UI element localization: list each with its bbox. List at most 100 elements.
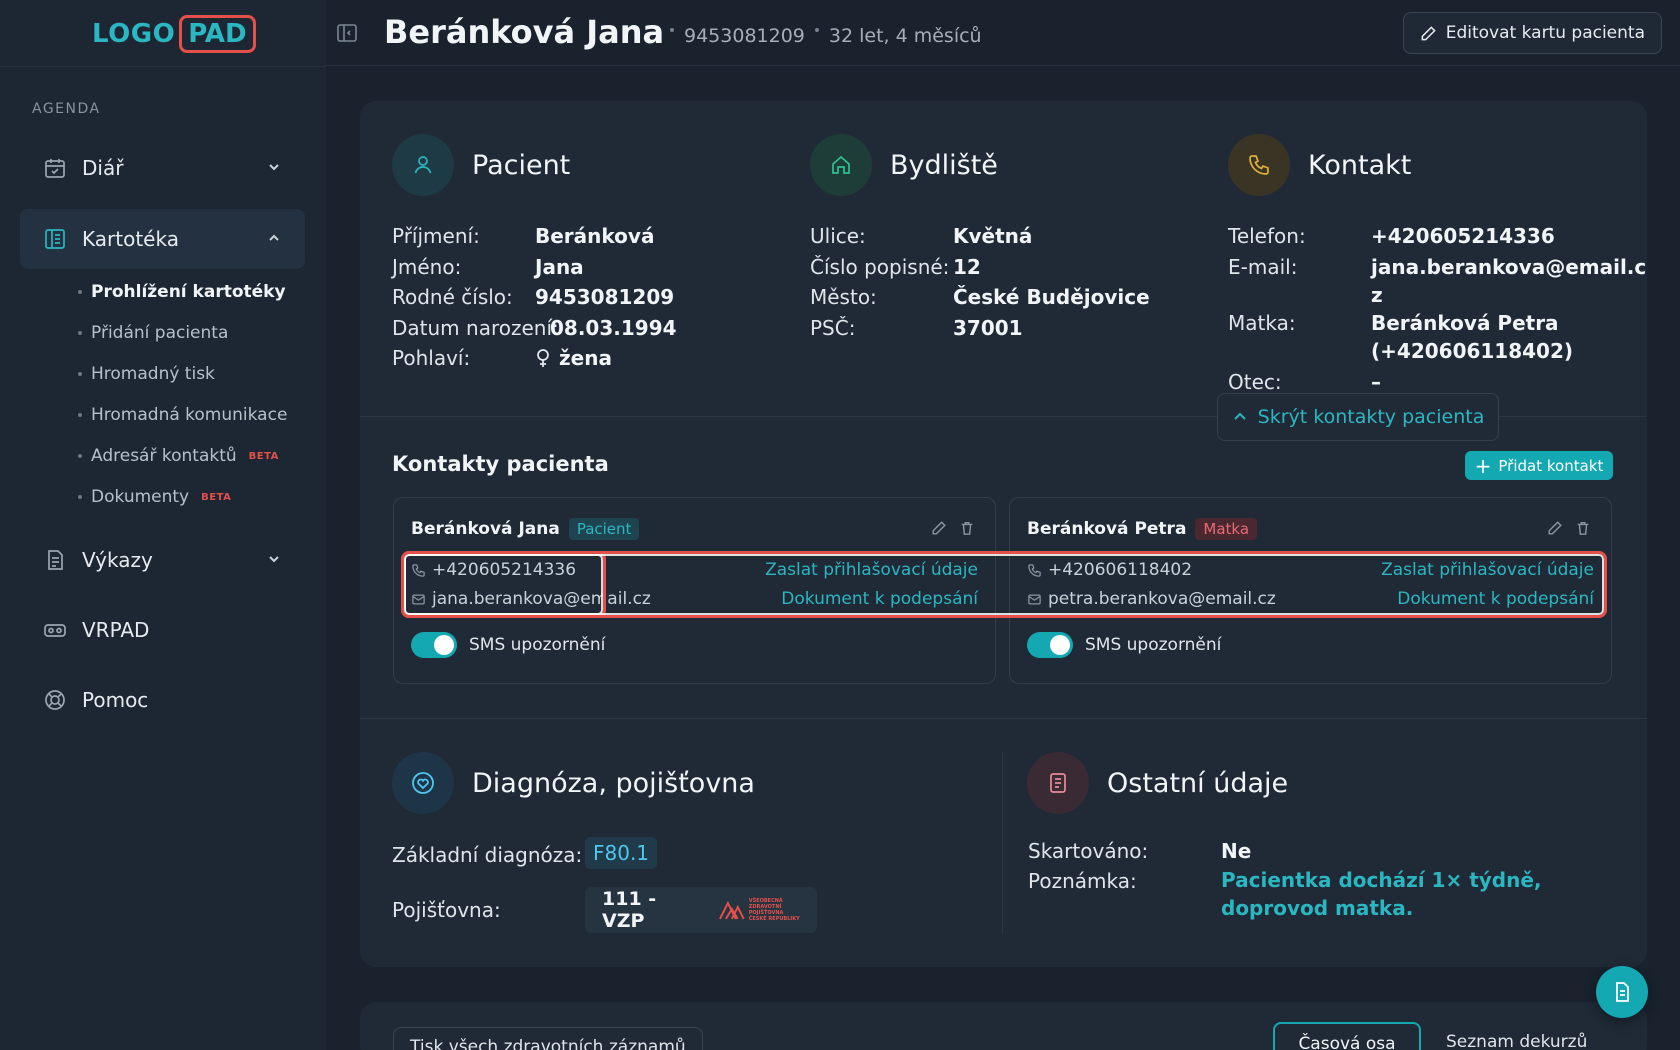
- other-section-title: Ostatní údaje: [1107, 767, 1289, 799]
- insurer-value: 111 - VZP VŠEOBECNÁ ZDRAVOTNÍ POJIŠŤOVNA…: [585, 887, 817, 933]
- sidebar-subitem-address-book[interactable]: Adresář kontaktů BETA: [78, 446, 279, 466]
- sms-notification-row: SMS upozornění: [411, 632, 605, 658]
- pencil-icon[interactable]: [931, 520, 947, 536]
- field-value: Květná: [953, 224, 1033, 248]
- sidebar-subitem-documents[interactable]: Dokumenty BETA: [78, 487, 231, 507]
- beta-badge: BETA: [201, 491, 232, 503]
- residence-section-header: Bydliště: [810, 134, 998, 196]
- tab-decursus-list[interactable]: Seznam dekurzů: [1446, 1032, 1587, 1050]
- toggle-knob: [1050, 635, 1070, 655]
- hide-contacts-button[interactable]: Skrýt kontakty pacienta: [1217, 393, 1499, 441]
- field-value: České Budějovice: [953, 285, 1150, 309]
- sidebar-item-label: Kartotéka: [82, 227, 179, 251]
- highlight-box: [401, 551, 1607, 618]
- field-label: Pohlaví:: [392, 346, 471, 370]
- field-label: Datum narození:: [392, 315, 559, 340]
- sms-toggle[interactable]: [411, 632, 457, 658]
- field-value: 12: [953, 254, 981, 279]
- contact-email: jana.berankova@email.c: [1371, 254, 1647, 279]
- bullet: [78, 413, 82, 417]
- sms-label: SMS upozornění: [469, 635, 606, 655]
- trash-icon[interactable]: [1575, 520, 1591, 536]
- sidebar-item-pomoc[interactable]: Pomoc: [20, 670, 305, 730]
- edit-patient-card-button[interactable]: Editovat kartu pacienta: [1402, 12, 1662, 54]
- vzp-logo-line: ZDRAVOTNÍ POJIŠŤOVNA: [748, 904, 784, 916]
- tab-timeline[interactable]: Časová osa: [1273, 1022, 1421, 1050]
- bullet: [78, 495, 82, 499]
- sidebar-subitem-browse[interactable]: Prohlížení kartotéky: [78, 282, 286, 302]
- field-label: Město:: [810, 285, 877, 309]
- beta-badge: BETA: [248, 450, 279, 462]
- field-label: Pojišťovna:: [392, 898, 501, 922]
- contact-section-title: Kontakt: [1308, 149, 1412, 181]
- chevron-down-icon[interactable]: [265, 158, 283, 176]
- insurer-text: 111 - VZP: [602, 888, 657, 932]
- role-badge: Matka: [1195, 518, 1258, 540]
- sidebar-subitem-label: Adresář kontaktů: [91, 446, 237, 466]
- sidebar-subitem-bulk-communication[interactable]: Hromadná komunikace: [78, 405, 287, 425]
- sidebar-item-vykazy[interactable]: Výkazy: [20, 530, 305, 590]
- field-label: Jméno:: [392, 254, 462, 279]
- plus-icon: +: [1474, 453, 1492, 478]
- field-label: Skartováno:: [1028, 839, 1149, 863]
- chevron-down-icon[interactable]: [265, 550, 283, 568]
- gender-text: žena: [559, 346, 612, 370]
- app-logo[interactable]: LOGO PAD: [92, 14, 256, 54]
- sidebar-item-vrpad[interactable]: VRPAD: [20, 600, 305, 660]
- sidebar-subitem-bulk-print[interactable]: Hromadný tisk: [78, 364, 215, 384]
- add-contact-button[interactable]: + Přidat kontakt: [1465, 451, 1613, 480]
- field-value: 37001: [953, 315, 1023, 340]
- lifebuoy-icon: [42, 687, 68, 713]
- vzp-logo-icon: VŠEOBECNÁ ZDRAVOTNÍ POJIŠŤOVNA ČESKÉ REP…: [718, 898, 817, 922]
- field-label: Číslo popisné:: [810, 254, 950, 279]
- header-birth-number: 9453081209: [684, 25, 805, 47]
- edit-patient-card-label: Editovat kartu pacienta: [1445, 23, 1645, 43]
- trash-icon[interactable]: [959, 520, 975, 536]
- heart-badge-icon: [392, 752, 454, 814]
- diagnosis-section-header: Diagnóza, pojišťovna: [392, 752, 755, 814]
- field-value: Jana: [535, 254, 584, 279]
- bullet: [78, 372, 82, 376]
- logo-text-boxed: PAD: [179, 15, 256, 53]
- bullet: [78, 454, 82, 458]
- chevron-up-icon[interactable]: [265, 229, 283, 247]
- user-icon: [392, 134, 454, 196]
- shredded-value: Ne: [1221, 839, 1252, 863]
- document-icon: [1616, 982, 1629, 1002]
- bullet: [78, 290, 82, 294]
- patient-meta: 9453081209 32 let, 4 měsíců: [660, 25, 982, 47]
- sidebar-item-kartoteka[interactable]: Kartotéka: [20, 209, 305, 269]
- vr-headset-icon: [42, 617, 68, 643]
- print-all-records-button[interactable]: Tisk všech zdravotních záznamů: [393, 1027, 703, 1050]
- sidebar-subitem-label: Dokumenty: [91, 487, 190, 507]
- floating-document-button[interactable]: [1596, 966, 1648, 1018]
- sms-toggle[interactable]: [1027, 632, 1073, 658]
- field-label: Rodné číslo:: [392, 285, 513, 309]
- sidebar-toggle-icon[interactable]: [336, 22, 358, 44]
- patient-section-title: Pacient: [472, 149, 571, 181]
- contact-actions: [931, 520, 975, 536]
- contact-section-header: Kontakt: [1228, 134, 1411, 196]
- contact-mother: Beránková Petra: [1371, 311, 1559, 335]
- toggle-knob: [434, 635, 454, 655]
- female-icon: [537, 349, 549, 368]
- contacts-section-title: Kontakty pacienta: [392, 452, 609, 476]
- sidebar-subitem-label: Hromadný tisk: [91, 364, 215, 384]
- field-label: Telefon:: [1228, 224, 1306, 248]
- field-value: Beránková: [535, 224, 655, 248]
- document-icon: [1027, 752, 1089, 814]
- calendar-icon: [42, 155, 68, 181]
- sidebar-subitem-add-patient[interactable]: Přidání pacienta: [78, 323, 228, 343]
- diagnosis-code[interactable]: F80.1: [585, 837, 658, 869]
- gender-value: žena: [535, 343, 612, 374]
- field-label: Základní diagnóza:: [392, 843, 583, 867]
- pencil-icon[interactable]: [1547, 520, 1563, 536]
- sidebar-item-diar[interactable]: Diář: [20, 138, 305, 198]
- diagnosis-section-title: Diagnóza, pojišťovna: [472, 767, 755, 799]
- report-icon: [42, 547, 68, 573]
- other-section-header: Ostatní údaje: [1027, 752, 1288, 814]
- sidebar-subitem-label: Hromadná komunikace: [91, 405, 288, 425]
- sidebar-subitem-label: Prohlížení kartotéky: [91, 282, 286, 302]
- section-divider: [360, 718, 1647, 719]
- phone-icon: [1228, 134, 1290, 196]
